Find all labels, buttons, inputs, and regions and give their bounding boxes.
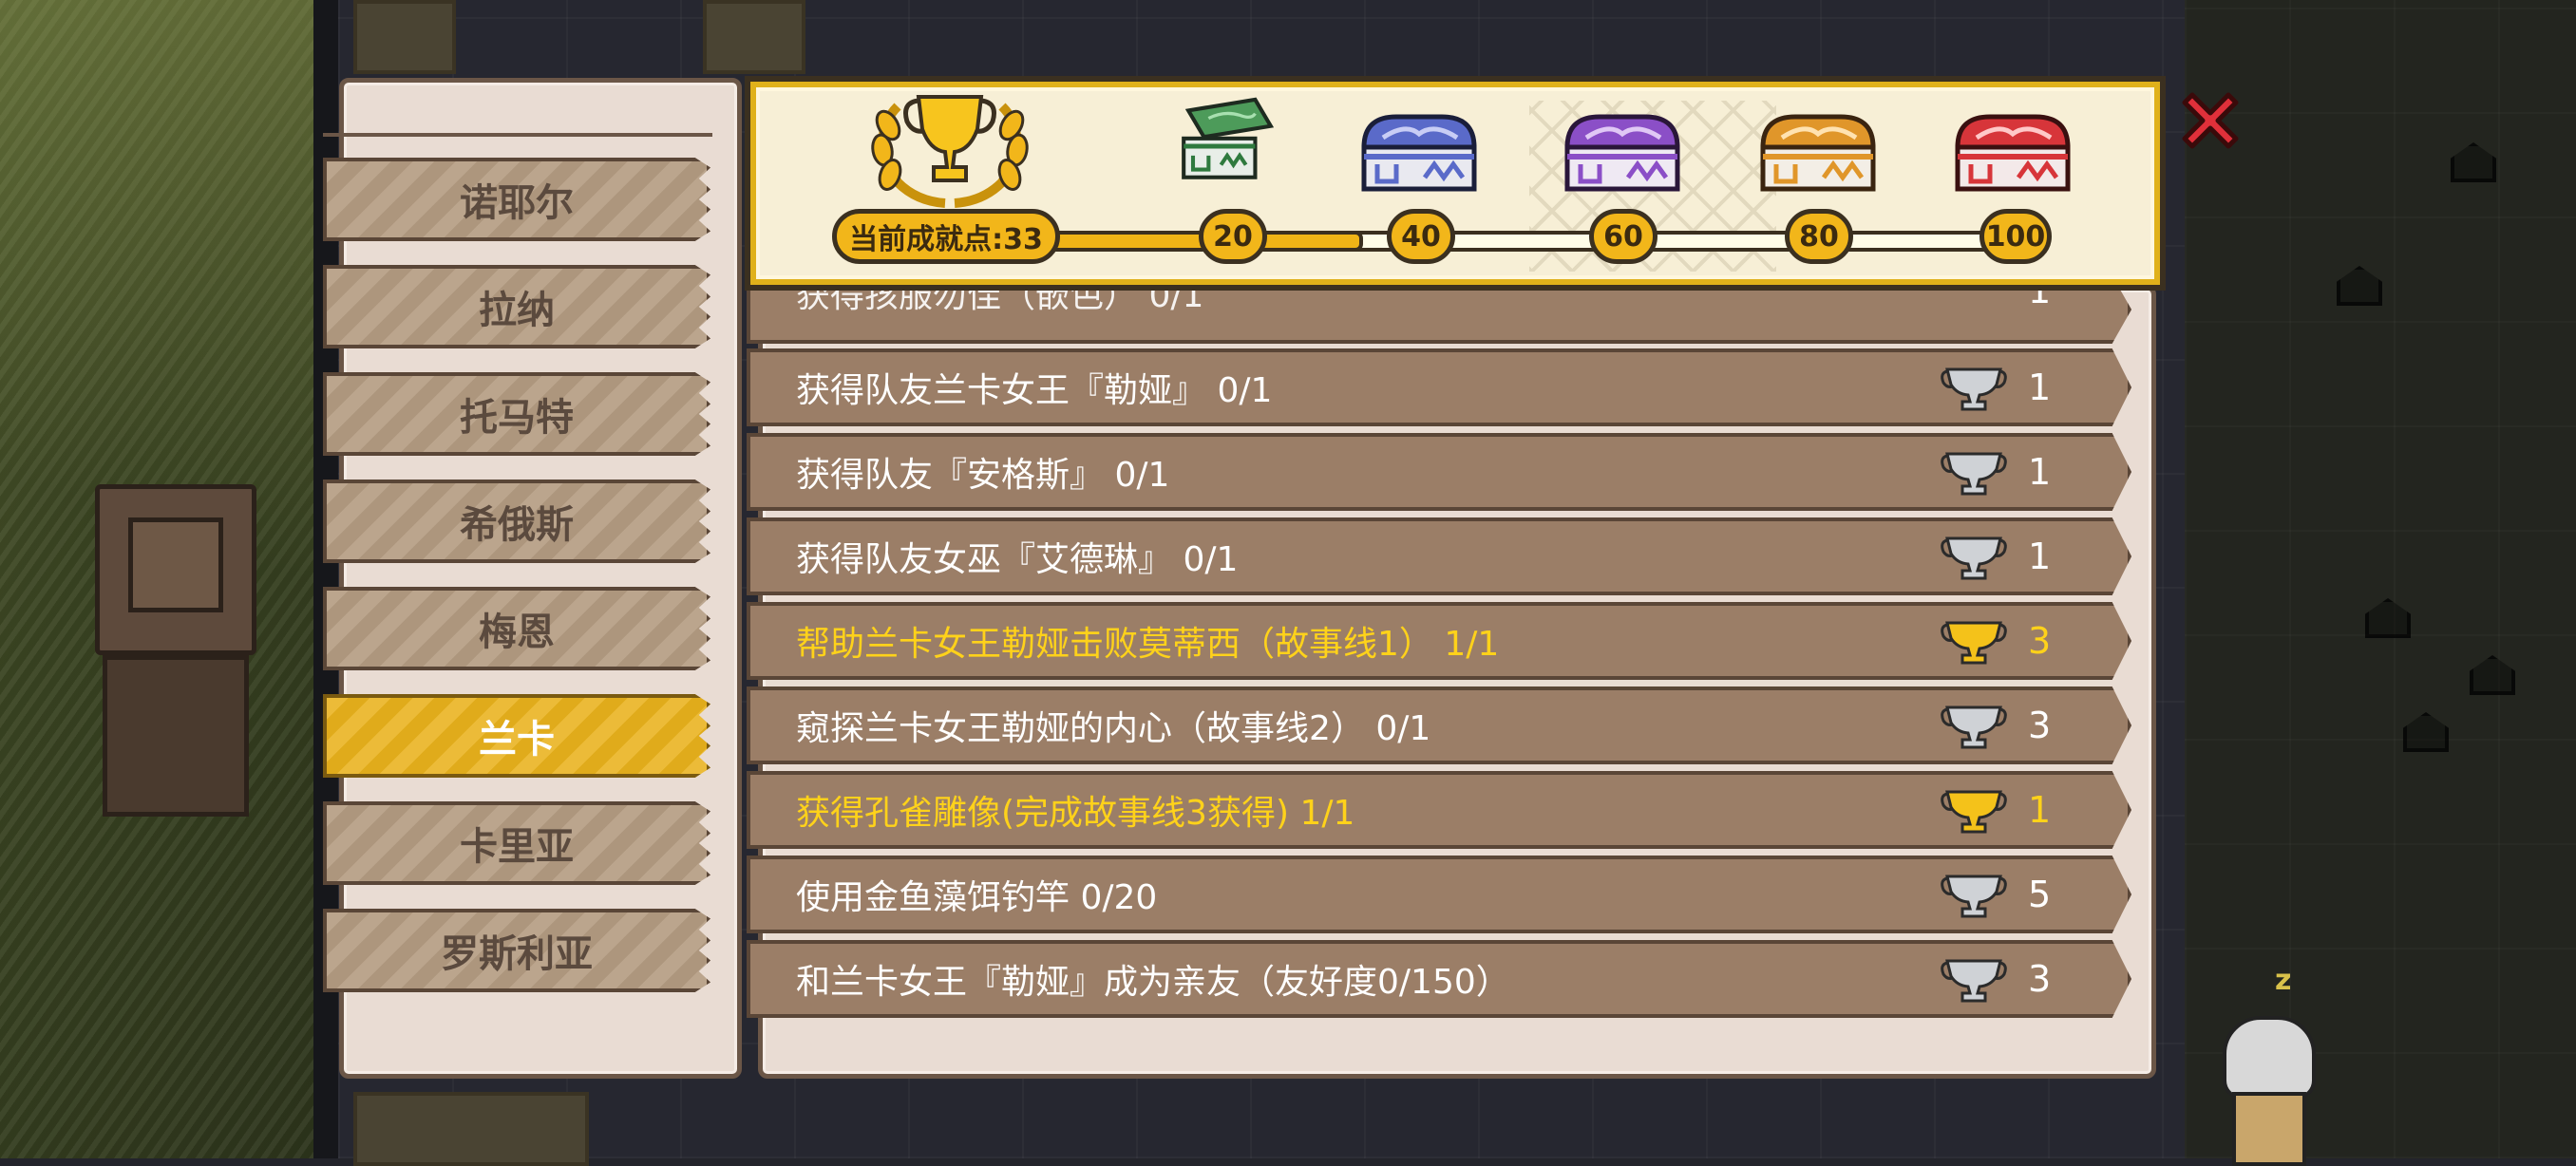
tab-panel-divider [323, 133, 712, 137]
silver-trophy-icon [1941, 452, 2007, 496]
current-points-badge: 当前成就点:33 [832, 209, 1060, 264]
floor-tile-decor [353, 1092, 589, 1166]
region-tab-tomat[interactable]: 托马特 [323, 372, 710, 456]
achievement-row[interactable]: 使用金鱼藻饵钓竿 0/20 5 [747, 856, 2131, 933]
milestone-marker-20: 20 [1199, 209, 1267, 264]
achievement-points: 1 [2028, 789, 2052, 831]
dungeon-floor-right [2185, 0, 2576, 1158]
close-icon [2182, 92, 2239, 149]
silver-trophy-icon [1941, 536, 2007, 580]
achievement-points: 1 [2028, 367, 2052, 408]
achievement-points: 3 [2028, 620, 2052, 662]
gold-trophy-icon [1941, 790, 2007, 834]
achievement-progress-fill [1026, 231, 1363, 252]
silver-trophy-icon [1941, 959, 2007, 1003]
region-tab-label: 卡里亚 [460, 825, 574, 869]
region-tab-label: 托马特 [460, 396, 574, 440]
region-tab-label: 罗斯利亚 [441, 932, 593, 976]
achievement-text: 和兰卡女王『勒娅』成为亲友（友好度0/150） [796, 963, 1510, 1002]
achievement-text: 窥探兰卡女王勒娅的内心（故事线2） 0/1 [796, 709, 1431, 748]
achievement-text: 获得队友女巫『艾德琳』 0/1 [796, 540, 1239, 579]
achievement-row[interactable]: 帮助兰卡女王勒娅击败莫蒂西（故事线1） 1/1 3 [747, 602, 2131, 680]
achievement-points: 3 [2028, 705, 2052, 746]
npc-character [2213, 1006, 2318, 1166]
close-button[interactable] [2175, 85, 2245, 156]
region-tab-label: 拉纳 [479, 289, 555, 332]
purple-chest-icon[interactable] [1562, 109, 1683, 195]
milestone-value: 60 [1603, 219, 1643, 254]
region-tab-karia[interactable]: 卡里亚 [323, 801, 710, 885]
region-tab-label: 诺耶尔 [460, 181, 574, 225]
green-chest-opened-icon[interactable] [1166, 95, 1288, 180]
floor-tile-decor [353, 0, 456, 74]
silver-trophy-icon [1941, 705, 2007, 749]
floor-tile-decor [703, 0, 805, 74]
gold-trophy-icon [1941, 621, 2007, 665]
achievement-text: 获得队友兰卡女王『勒娅』 0/1 [796, 371, 1273, 410]
milestone-marker-40: 40 [1387, 209, 1455, 264]
milestone-value: 100 [1985, 219, 2046, 254]
region-tab-xios[interactable]: 希俄斯 [323, 480, 710, 563]
region-tab-lana[interactable]: 拉纳 [323, 265, 710, 348]
achievement-points: 1 [2028, 536, 2052, 577]
region-tab-label: 梅恩 [479, 611, 555, 654]
achievement-row[interactable]: 获得队友『安格斯』 0/1 1 [747, 433, 2131, 511]
orange-chest-icon[interactable] [1757, 109, 1879, 195]
achievement-text: 获得孔雀雕像(完成故事线3获得) 1/1 [796, 794, 1355, 833]
achievement-points: 3 [2028, 958, 2052, 1000]
stone-statue [95, 484, 256, 817]
silver-trophy-icon [1941, 367, 2007, 411]
silver-trophy-icon [1941, 874, 2007, 918]
achievement-row[interactable]: 获得队友女巫『艾德琳』 0/1 1 [747, 517, 2131, 595]
current-points-label: 当前成就点:33 [849, 223, 1043, 256]
region-tab-noyer[interactable]: 诺耶尔 [323, 158, 710, 241]
milestone-value: 20 [1213, 219, 1253, 254]
sleep-indicator: z [2275, 964, 2292, 997]
gold-trophy-laurel-icon [871, 95, 1029, 208]
achievement-row[interactable]: 获得队友兰卡女王『勒娅』 0/1 1 [747, 348, 2131, 426]
achievement-text: 使用金鱼藻饵钓竿 0/20 [796, 878, 1158, 917]
achievement-row[interactable]: 获得孔雀雕像(完成故事线3获得) 1/1 1 [747, 771, 2131, 849]
region-tab-label: 兰卡 [479, 718, 555, 762]
achievement-points: 5 [2028, 874, 2052, 915]
achievement-text: 获得队友『安格斯』 0/1 [796, 456, 1170, 495]
region-tab-label: 希俄斯 [460, 503, 574, 547]
achievement-points: 1 [2028, 451, 2052, 493]
achievement-text: 帮助兰卡女王勒娅击败莫蒂西（故事线1） 1/1 [796, 625, 1500, 664]
region-tab-mein[interactable]: 梅恩 [323, 587, 710, 670]
achievement-row[interactable]: 窥探兰卡女王勒娅的内心（故事线2） 0/1 3 [747, 686, 2131, 764]
milestone-value: 80 [1799, 219, 1839, 254]
milestone-marker-80: 80 [1785, 209, 1853, 264]
region-tab-roslia[interactable]: 罗斯利亚 [323, 909, 710, 992]
milestone-marker-100: 100 [1979, 209, 2052, 264]
milestone-marker-60: 60 [1589, 209, 1657, 264]
blue-chest-icon[interactable] [1358, 109, 1480, 195]
red-chest-icon[interactable] [1952, 109, 2074, 195]
achievement-row[interactable]: 和兰卡女王『勒娅』成为亲友（友好度0/150） 3 [747, 940, 2131, 1018]
region-tab-lanka[interactable]: 兰卡 [323, 694, 710, 778]
milestone-value: 40 [1401, 219, 1441, 254]
